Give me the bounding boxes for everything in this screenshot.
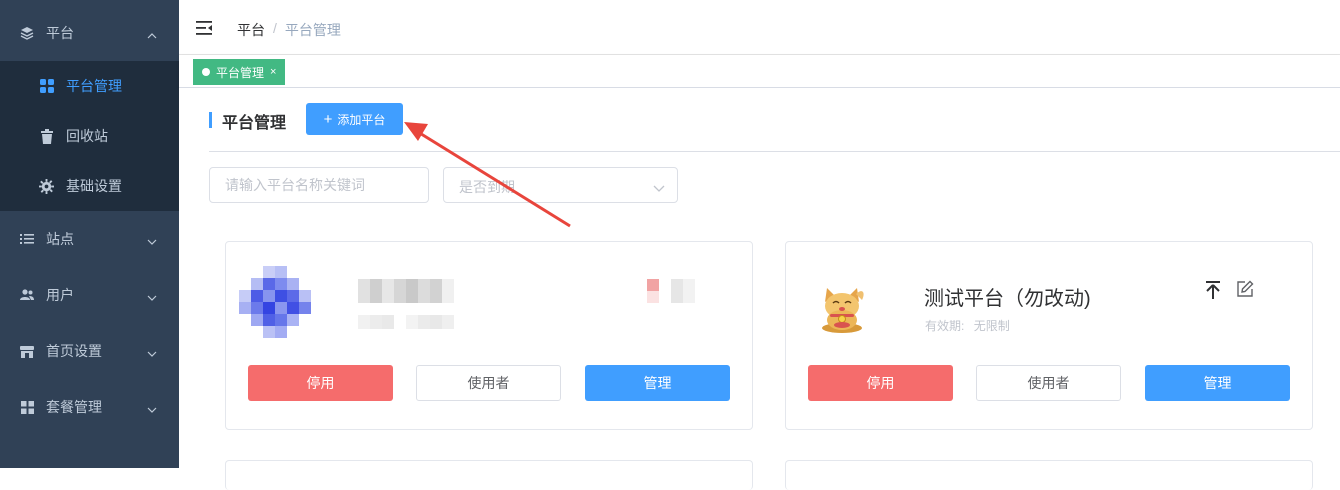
chevron-up-icon (147, 28, 157, 39)
sidebar-item-platform-management[interactable]: 平台管理 (0, 61, 179, 111)
navbar: 平台 / 平台管理 (179, 0, 1340, 55)
add-platform-label: 添加平台 (337, 112, 386, 127)
sidebar-group-label: 站点 (46, 231, 74, 247)
users-button[interactable]: 使用者 (976, 365, 1121, 401)
store-icon (20, 344, 34, 358)
page-title: 平台管理 (222, 115, 287, 132)
sidebar-group-package-management[interactable]: 套餐管理 (0, 379, 179, 435)
sidebar: 平台 平台管理 回收站 基础设置 站点 用户 首页设置 套餐管理 (0, 0, 179, 468)
sidebar-item-label: 基础设置 (66, 178, 122, 194)
gear-icon (39, 178, 54, 194)
menu-fold-icon[interactable] (196, 21, 212, 35)
validity-value: 无限制 (973, 319, 1010, 333)
title-accent-bar (209, 112, 212, 128)
main-content: 平台管理 + 添加平台 是否到期 (179, 88, 1340, 490)
platform-logo-blurred (239, 266, 311, 338)
breadcrumb: 平台 / 平台管理 (237, 20, 341, 40)
chevron-down-icon (147, 346, 157, 357)
sidebar-group-label: 首页设置 (46, 343, 102, 359)
sidebar-group-platform[interactable]: 平台 (0, 5, 179, 61)
chevron-down-icon (147, 402, 157, 413)
sidebar-item-label: 平台管理 (66, 78, 122, 94)
apps-icon (20, 400, 34, 414)
platform-validity: 有效期: 无限制 (925, 317, 1010, 334)
sidebar-item-basic-settings[interactable]: 基础设置 (0, 161, 179, 211)
platform-name: 测试平台（勿改动) (924, 288, 1091, 310)
sidebar-group-users[interactable]: 用户 (0, 267, 179, 323)
platform-validity-blurred (358, 315, 454, 329)
close-icon[interactable]: × (270, 66, 276, 78)
plus-icon: + (323, 110, 333, 128)
sidebar-group-label: 用户 (46, 287, 74, 303)
platform-card-partial (225, 460, 753, 490)
chevron-down-icon (653, 180, 665, 192)
platform-name-blurred (358, 279, 454, 303)
grid-icon (39, 79, 54, 94)
active-dot (202, 68, 210, 76)
sidebar-group-label: 套餐管理 (46, 399, 102, 415)
trash-icon (39, 128, 54, 144)
platform-card: 停用 使用者 管理 (225, 241, 753, 430)
users-button[interactable]: 使用者 (416, 365, 561, 401)
platform-card-partial (785, 460, 1313, 490)
search-input[interactable] (209, 167, 429, 203)
breadcrumb-item-current: 平台管理 (284, 22, 341, 38)
sidebar-group-label: 平台 (46, 25, 74, 41)
expiry-select[interactable]: 是否到期 (443, 167, 678, 203)
list-icon (20, 232, 34, 246)
sidebar-item-label: 回收站 (66, 128, 108, 144)
lucky-cat-logo (822, 288, 864, 333)
sidebar-group-sites[interactable]: 站点 (0, 211, 179, 267)
validity-label: 有效期: (925, 319, 965, 333)
tag-platform-management[interactable]: 平台管理 × (193, 59, 286, 85)
manage-button[interactable]: 管理 (1145, 365, 1290, 401)
layers-icon (20, 26, 34, 40)
chevron-down-icon (147, 234, 157, 245)
manage-button[interactable]: 管理 (585, 365, 730, 401)
platform-actions-blurred (647, 279, 695, 303)
tag-label: 平台管理 (216, 65, 265, 80)
sidebar-group-homepage-settings[interactable]: 首页设置 (0, 323, 179, 379)
pin-top-icon[interactable] (1204, 280, 1222, 300)
users-icon (20, 288, 34, 302)
tags-view: 平台管理 × (179, 55, 1340, 88)
chevron-down-icon (147, 290, 157, 301)
disable-button[interactable]: 停用 (808, 365, 953, 401)
disable-button[interactable]: 停用 (248, 365, 393, 401)
add-platform-button[interactable]: + 添加平台 (306, 103, 403, 135)
edit-icon[interactable] (1236, 280, 1254, 298)
breadcrumb-separator: / (273, 20, 277, 36)
breadcrumb-item-platform[interactable]: 平台 (237, 20, 265, 40)
divider (209, 151, 1340, 152)
platform-card: 测试平台（勿改动) 有效期: 无限制 停用 使用者 管理 (785, 241, 1313, 430)
select-placeholder: 是否到期 (459, 179, 515, 195)
sidebar-item-recycle-bin[interactable]: 回收站 (0, 111, 179, 161)
